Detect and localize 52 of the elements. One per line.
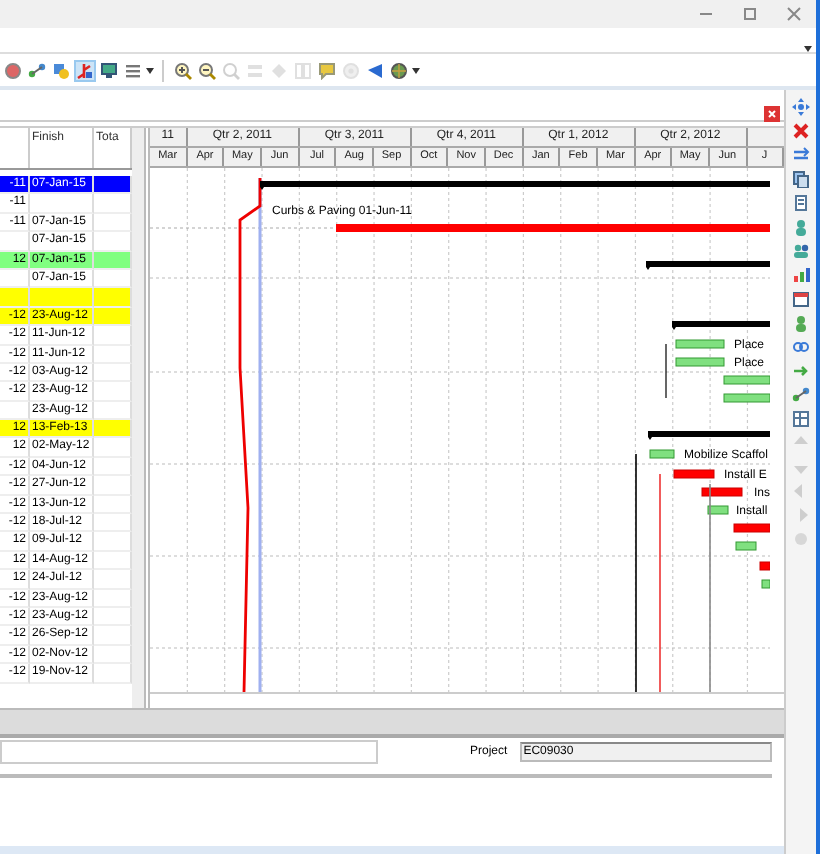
shapes-icon[interactable]: [50, 59, 72, 81]
move-icon[interactable]: [792, 98, 810, 116]
table-cell: [94, 420, 132, 439]
zoom-out-icon[interactable]: [196, 59, 218, 81]
calendar-icon[interactable]: [792, 290, 810, 308]
person-icon[interactable]: [792, 314, 810, 332]
table-cell: [0, 288, 30, 308]
task-bar: [675, 357, 725, 367]
monitor-icon[interactable]: [98, 59, 120, 81]
branch-icon[interactable]: [74, 59, 96, 81]
caret-icon[interactable]: [412, 67, 420, 73]
person-icon[interactable]: [792, 218, 810, 236]
task-bar: [701, 487, 743, 497]
arrows-icon[interactable]: [792, 146, 810, 164]
arrow-icon[interactable]: [792, 362, 810, 380]
circle-icon[interactable]: [2, 59, 24, 81]
pages-icon[interactable]: [792, 170, 810, 188]
chart-icon[interactable]: [792, 266, 810, 284]
task-bar: [733, 523, 770, 533]
table-cell: [94, 176, 132, 195]
caret-icon[interactable]: [146, 67, 154, 73]
close-icon[interactable]: [792, 122, 810, 140]
dependency-line: [665, 343, 667, 399]
maximize-icon[interactable]: [740, 4, 760, 24]
flag-icon[interactable]: [364, 59, 386, 81]
task-bar: [675, 339, 725, 349]
people-icon[interactable]: [792, 242, 810, 260]
input-field[interactable]: [0, 740, 378, 764]
speech-bubble-icon[interactable]: [316, 59, 338, 81]
task-bar: [761, 579, 770, 589]
summary-bar: [648, 431, 770, 440]
table-icon[interactable]: [792, 410, 810, 428]
globe-icon[interactable]: [388, 59, 410, 81]
link-icon[interactable]: [792, 338, 810, 356]
summary-bar: [646, 261, 770, 270]
task-bar: [735, 541, 757, 551]
list-icon[interactable]: [122, 59, 144, 81]
network-icon[interactable]: [26, 59, 48, 81]
scrollbar[interactable]: [132, 128, 144, 708]
zoom-in-icon[interactable]: [172, 59, 194, 81]
summary-bar: [672, 321, 770, 330]
network-icon[interactable]: [792, 386, 810, 404]
task-bar: [707, 505, 729, 515]
task-bar: [649, 449, 675, 459]
task-bar: [759, 561, 770, 571]
document-icon[interactable]: [792, 194, 810, 212]
task-bar: [723, 393, 770, 403]
task-bar: [723, 375, 770, 385]
close-icon[interactable]: [784, 4, 804, 24]
caret-icon[interactable]: [804, 46, 812, 52]
table-cell: [94, 288, 132, 308]
task-bar: [673, 469, 715, 479]
